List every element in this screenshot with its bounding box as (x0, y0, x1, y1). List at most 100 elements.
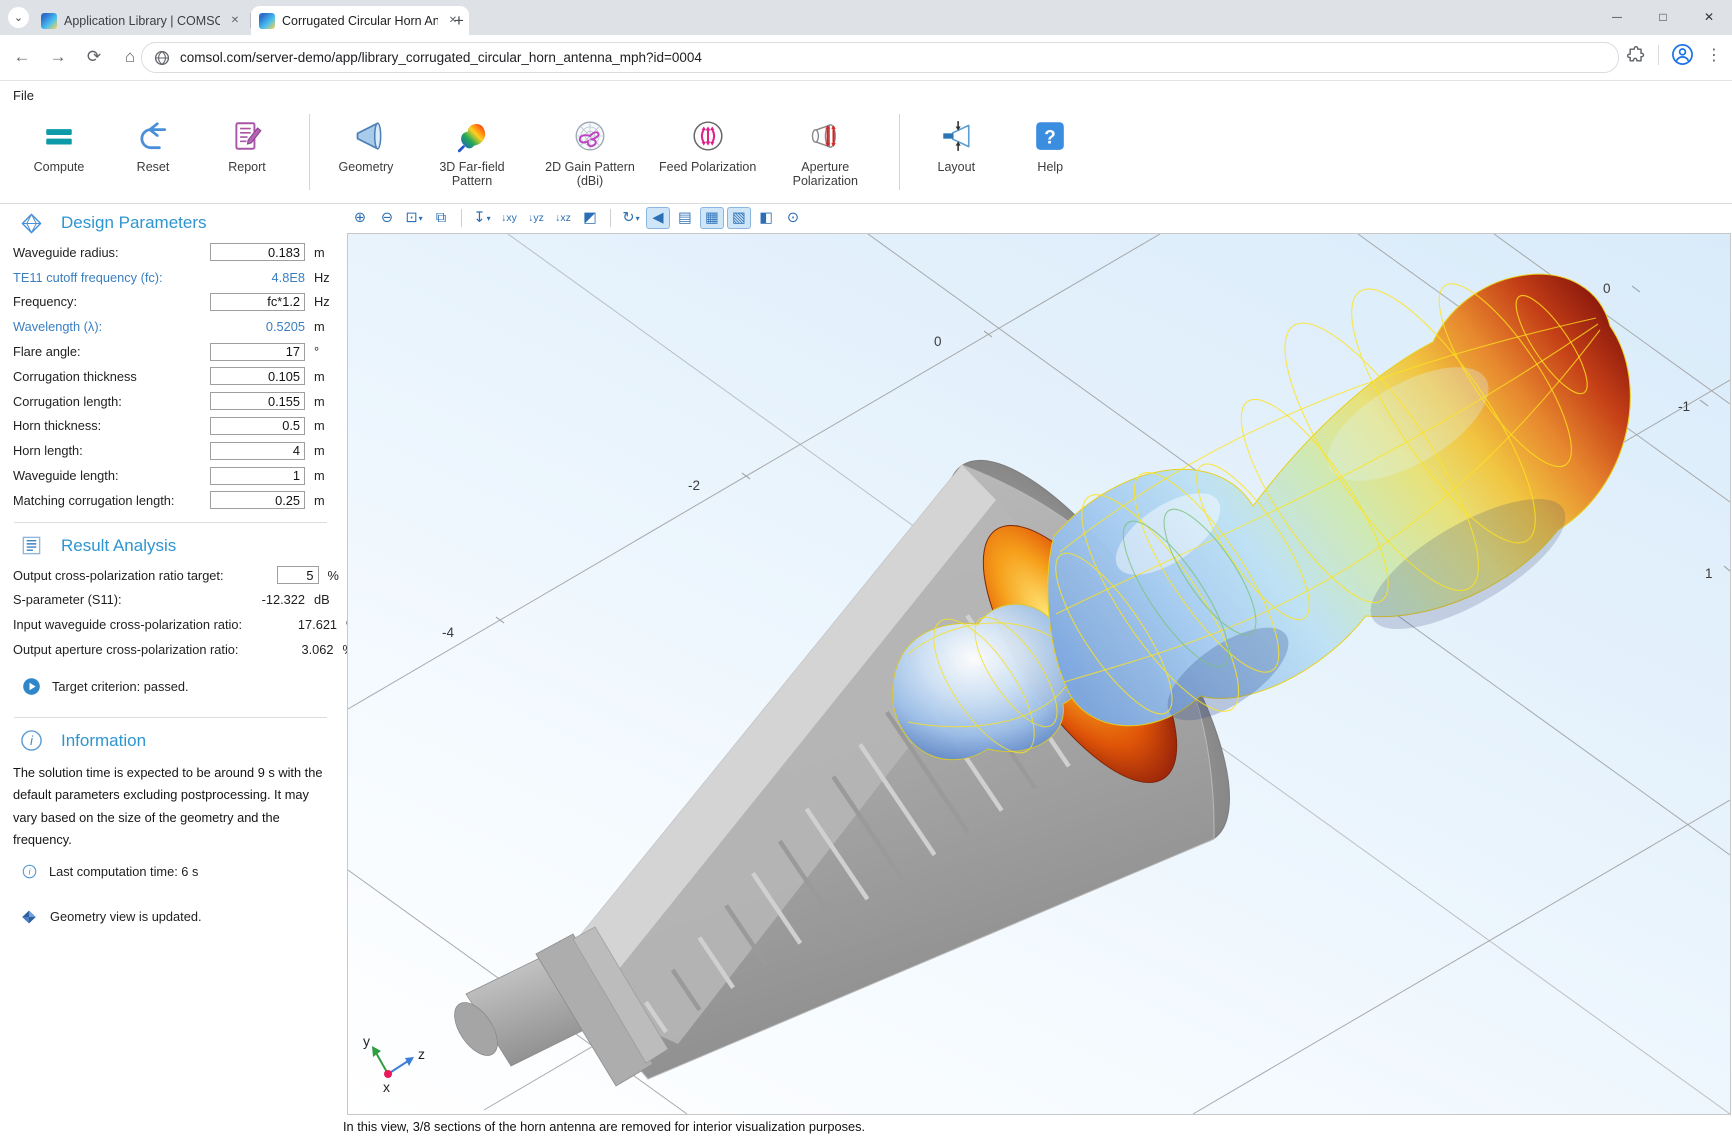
dropdown-arrow-icon[interactable]: ▾ (419, 214, 423, 223)
tab-title: Application Library | COMSOL S (64, 14, 220, 28)
divider (14, 522, 327, 523)
svg-text:x: x (383, 1079, 390, 1095)
parameter-input[interactable] (210, 442, 305, 460)
info-small-icon: i (22, 864, 37, 879)
farfield-lobe (1037, 266, 1630, 738)
parameter-unit: m (314, 493, 340, 508)
parameter-unit: m (314, 245, 340, 260)
browser-menu-icon[interactable]: ⋮ (1706, 45, 1722, 65)
new-tab-button[interactable]: + (447, 9, 471, 33)
file-menu[interactable]: File (13, 88, 34, 103)
reset-button[interactable]: Reset (109, 108, 197, 198)
section-title: Information (61, 731, 146, 751)
parameter-row: Waveguide radius: m (0, 240, 340, 265)
show-geometry-button[interactable]: ◀ (646, 207, 670, 229)
view-along-yz-button[interactable]: ↓yz (524, 207, 548, 229)
layout-button[interactable]: Layout (912, 108, 1000, 198)
parameter-label: Frequency: (13, 294, 210, 309)
comsol-favicon (41, 13, 57, 29)
3d-far-field-pattern-button[interactable]: 3D Far-field Pattern (416, 108, 528, 198)
parameter-unit: m (314, 468, 340, 483)
tab-search-button[interactable]: ⌄ (8, 7, 29, 28)
parameter-label: Corrugation thickness (13, 369, 210, 384)
ribbon-button-label: Report (228, 160, 266, 174)
result-analysis-header: Result Analysis (0, 527, 340, 563)
parameter-input[interactable] (277, 566, 319, 584)
parameter-row: Frequency:Hz (0, 290, 340, 315)
environment-settings-button[interactable]: ▤ (673, 207, 697, 229)
view-along-xy-button[interactable]: ↓xy (497, 207, 521, 229)
dropdown-arrow-icon[interactable]: ▾ (636, 214, 640, 223)
maximize-button[interactable]: □ (1640, 0, 1686, 34)
parameter-label: TE11 cutoff frequency (fc): (13, 270, 210, 285)
parameter-label: Corrugation length: (13, 394, 210, 409)
aperture-polarization-button[interactable]: Aperture Polarization (769, 108, 881, 198)
parameter-input[interactable] (210, 367, 305, 385)
parameter-value: 3.062 (301, 642, 333, 657)
reset-view-button[interactable]: ↻▾ (619, 207, 643, 229)
dropdown-arrow-icon[interactable]: ▾ (487, 214, 491, 223)
graphics-viewport[interactable]: 0 -2 -4 0 -1 1 (347, 233, 1731, 1115)
back-button[interactable]: ← (8, 43, 36, 71)
tab-close-icon[interactable]: ✕ (227, 13, 243, 29)
zoom-extents-button[interactable]: ⧉ (429, 207, 453, 229)
geometry-diamond-icon (20, 908, 38, 926)
comsol-favicon (259, 13, 275, 29)
2d-gain-pattern-dbi--button[interactable]: 2D Gain Pattern (dBi) (534, 108, 646, 198)
graphics-toolbar: ⊕⊖⊡▾⧉ ↧▾↓xy↓yz↓xz◩ ↻▾◀▤▦▧◧⊙ (348, 206, 805, 230)
geometry-button[interactable]: Geometry (322, 108, 410, 198)
parameter-label: Output aperture cross-polarization ratio… (13, 642, 238, 657)
scene-light-button[interactable]: ◩ (578, 207, 602, 229)
site-info-icon[interactable] (154, 50, 170, 66)
forward-button[interactable]: → (44, 43, 72, 71)
browser-tab[interactable]: Corrugated Circular Horn Anten✕ (251, 6, 469, 35)
home-button[interactable]: ⌂ (116, 43, 144, 71)
profile-avatar[interactable] (1671, 43, 1694, 66)
parameter-input[interactable] (210, 243, 305, 261)
zoom-in-button[interactable]: ⊕ (348, 207, 372, 229)
parameter-row: Wavelength (λ):0.5205m (0, 314, 340, 339)
address-bar[interactable]: comsol.com/server-demo/app/library_corru… (141, 42, 1619, 73)
extensions-icon[interactable] (1626, 45, 1646, 65)
help-icon: ? (1033, 116, 1067, 156)
parameter-row: S-parameter (S11):-12.322dB (0, 588, 340, 613)
parameter-input[interactable] (210, 417, 305, 435)
close-button[interactable]: ✕ (1686, 0, 1732, 34)
svg-text:z: z (418, 1046, 425, 1062)
ribbon-button-label: Layout (938, 160, 976, 174)
ribbon-button-label: 2D Gain Pattern (dBi) (541, 160, 639, 188)
toolbar-separator (610, 209, 611, 227)
minimize-button[interactable]: — (1594, 0, 1640, 34)
gain2d-icon (573, 116, 607, 156)
result-analysis-icon (20, 534, 43, 557)
help-button[interactable]: ?Help (1006, 108, 1094, 198)
reload-button[interactable]: ⟳ (80, 43, 108, 71)
compute-button[interactable]: Compute (15, 108, 103, 198)
svg-text:-4: -4 (442, 625, 454, 640)
split-screen-button[interactable]: ◧ (754, 207, 778, 229)
go-to-default-view-button[interactable]: ↧▾ (470, 207, 494, 229)
parameter-input[interactable] (210, 343, 305, 361)
design-parameters-icon (20, 212, 43, 235)
parameter-input[interactable] (210, 392, 305, 410)
parameter-unit: Hz (314, 270, 340, 285)
zoom-box-button[interactable]: ⊡▾ (402, 207, 426, 229)
report-button[interactable]: Report (203, 108, 291, 198)
show-plot-button[interactable]: ▧ (727, 207, 751, 229)
parameter-row: Output aperture cross-polarization ratio… (0, 637, 340, 662)
aperturepol-icon (808, 116, 842, 156)
parameter-unit: m (314, 418, 340, 433)
parameter-input[interactable] (210, 467, 305, 485)
snapshot-camera-button[interactable]: ⊙ (781, 207, 805, 229)
show-grid-button[interactable]: ▦ (700, 207, 724, 229)
play-circle-icon (22, 677, 41, 696)
zoom-out-button[interactable]: ⊖ (375, 207, 399, 229)
parameter-input[interactable] (210, 293, 305, 311)
browser-tab[interactable]: Application Library | COMSOL S ✕ (33, 6, 251, 35)
feed-polarization-button[interactable]: Feed Polarization (652, 108, 763, 198)
parameter-value: 0.5205 (266, 319, 305, 334)
parameter-label: Matching corrugation length: (13, 493, 210, 508)
view-along-xz-button[interactable]: ↓xz (551, 207, 575, 229)
parameter-label: Waveguide radius: (13, 245, 210, 260)
parameter-input[interactable] (210, 491, 305, 509)
